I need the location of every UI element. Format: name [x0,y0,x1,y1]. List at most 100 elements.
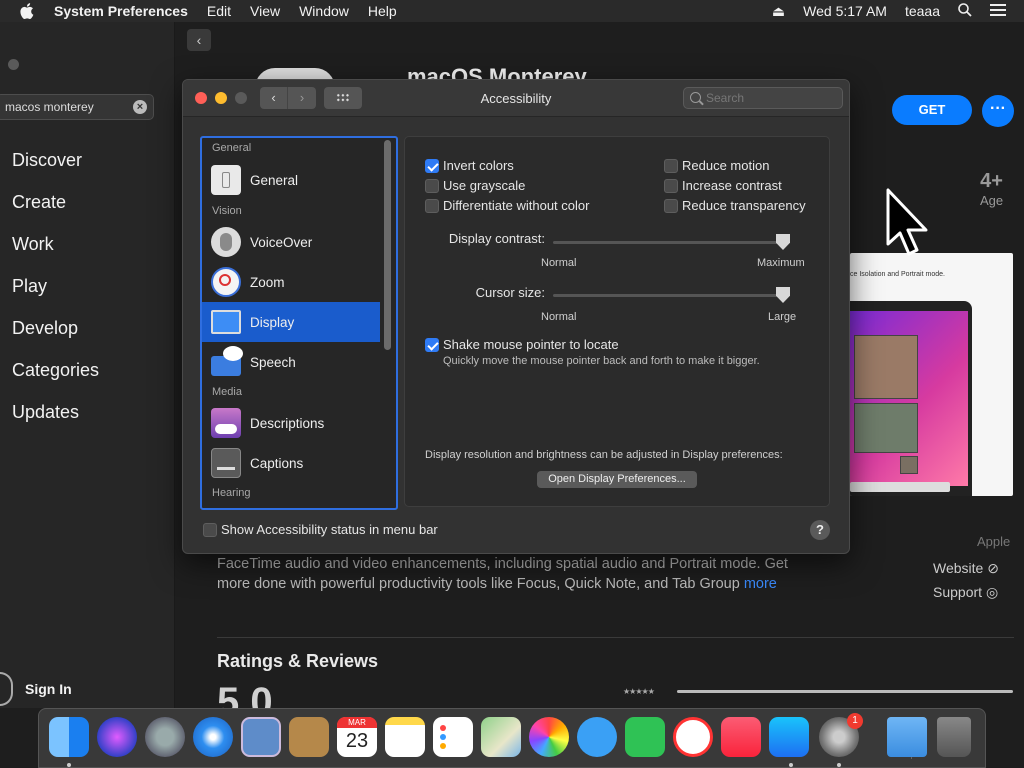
sidebar-item-speech[interactable]: Speech [202,342,380,382]
menu-edit[interactable]: Edit [207,3,231,19]
description-line: FaceTime audio and video enhancements, i… [217,556,788,572]
messages-icon[interactable] [577,717,617,757]
news-icon[interactable] [673,717,713,757]
menu-view[interactable]: View [250,3,280,19]
store-search-input[interactable]: macos monterey × [0,94,154,120]
differentiate-box[interactable] [425,198,439,213]
sidebar-item-label: Descriptions [250,415,325,431]
window-close-button[interactable] [8,59,19,70]
general-switch-icon [211,165,241,195]
more-link[interactable]: more [744,576,777,592]
list-scrollbar[interactable] [384,140,391,350]
reduce-transparency-checkbox[interactable]: Reduce transparency [664,198,806,213]
reminders-icon[interactable] [433,717,473,757]
voiceover-icon [211,227,241,257]
display-contrast-max: Maximum [757,257,805,269]
ratings-title: Ratings & Reviews [217,651,379,671]
invert-colors-box[interactable] [425,158,439,173]
app-store-icon[interactable] [769,717,809,757]
open-display-preferences-button[interactable]: Open Display Preferences... [537,471,697,488]
developer-links: Website ⊘ Support ◎ [933,560,999,608]
category-list[interactable]: General General Vision VoiceOver Zoom Di… [200,136,398,510]
contacts-icon[interactable] [289,717,329,757]
launchpad-icon[interactable] [145,717,185,757]
eject-icon[interactable]: ⏏ [772,3,785,20]
sidebar-item-descriptions[interactable]: Descriptions [202,403,380,443]
display-contrast-track[interactable] [553,241,783,244]
finder-icon[interactable] [49,717,89,757]
lifebuoy-icon: ◎ [985,584,999,600]
increase-contrast-checkbox[interactable]: Increase contrast [664,178,782,193]
notes-icon[interactable] [385,717,425,757]
music-icon[interactable] [721,717,761,757]
display-contrast-slider[interactable] [776,234,790,250]
age-rating-value: 4+ [980,170,1003,192]
use-grayscale-checkbox[interactable]: Use grayscale [425,178,525,193]
siri-icon[interactable] [97,717,137,757]
spotlight-search-icon[interactable] [958,2,972,20]
nav-discover[interactable]: Discover [12,150,99,192]
notification-badge: 1 [847,713,863,729]
shake-to-locate-checkbox[interactable]: Shake mouse pointer to locate [425,337,619,352]
sidebar-item-voiceover[interactable]: VoiceOver [202,222,380,262]
differentiate-without-color-checkbox[interactable]: Differentiate without color [425,198,589,213]
back-button[interactable]: ‹ [187,29,211,51]
menu-help[interactable]: Help [368,3,397,19]
screenshot-preview[interactable]: ce Isolation and Portrait mode. [850,253,1013,496]
facetime-icon[interactable] [625,717,665,757]
nav-categories[interactable]: Categories [12,360,99,402]
reduce-transparency-box[interactable] [664,198,678,213]
nav-work[interactable]: Work [12,234,99,276]
nav-create[interactable]: Create [12,192,99,234]
use-grayscale-box[interactable] [425,178,439,193]
maps-icon[interactable] [481,717,521,757]
downloads-folder-icon[interactable] [887,717,927,757]
sign-in-label: Sign In [25,681,72,697]
sidebar-item-zoom[interactable]: Zoom [202,262,380,302]
get-button[interactable]: GET [892,95,972,125]
photos-icon[interactable] [529,717,569,757]
mail-icon[interactable] [241,717,281,757]
reduce-motion-box[interactable] [664,158,678,173]
preview-dock [850,482,950,492]
website-link[interactable]: Website ⊘ [933,560,999,584]
rating-bar [677,690,1013,693]
menu-clock[interactable]: Wed 5:17 AM [803,3,887,19]
cursor-size-slider[interactable] [776,287,790,303]
clear-search-icon[interactable]: × [133,100,147,114]
cursor-size-label: Cursor size: [475,285,545,300]
safari-icon[interactable] [193,717,233,757]
sidebar-item-display[interactable]: Display [202,302,380,342]
menu-window[interactable]: Window [299,3,349,19]
preview-laptop-screen [850,301,972,496]
shake-box[interactable] [425,337,439,352]
mouse-pointer-icon [886,188,928,256]
window-search-input[interactable]: Search [683,87,843,109]
trash-icon[interactable] [937,717,971,757]
show-status-checkbox[interactable]: Show Accessibility status in menu bar [203,522,438,537]
calendar-icon[interactable]: MAR 23 [337,717,377,757]
invert-colors-checkbox[interactable]: Invert colors [425,158,514,173]
sidebar-item-general[interactable]: General [202,160,380,200]
nav-updates[interactable]: Updates [12,402,99,444]
section-header-media: Media [212,386,242,398]
more-options-button[interactable]: ··· [982,95,1014,127]
help-button[interactable]: ? [810,520,830,540]
nav-develop[interactable]: Develop [12,318,99,360]
preview-video-tile [854,335,918,399]
search-placeholder: Search [706,91,745,105]
menu-app-name[interactable]: System Preferences [54,3,188,19]
status-menu-box[interactable] [203,522,217,537]
apple-menu-icon[interactable] [20,3,34,19]
cursor-size-max: Large [768,311,797,323]
sidebar-item-captions[interactable]: Captions [202,443,380,483]
nav-play[interactable]: Play [12,276,99,318]
control-center-icon[interactable] [990,3,1006,19]
menu-user[interactable]: teaaa [905,3,940,19]
cursor-size-track[interactable] [553,294,783,297]
reduce-motion-checkbox[interactable]: Reduce motion [664,158,769,173]
sign-in-button[interactable]: Sign In [0,672,72,706]
support-link[interactable]: Support ◎ [933,584,999,608]
developer-label: Apple [977,534,1011,549]
increase-contrast-box[interactable] [664,178,678,193]
